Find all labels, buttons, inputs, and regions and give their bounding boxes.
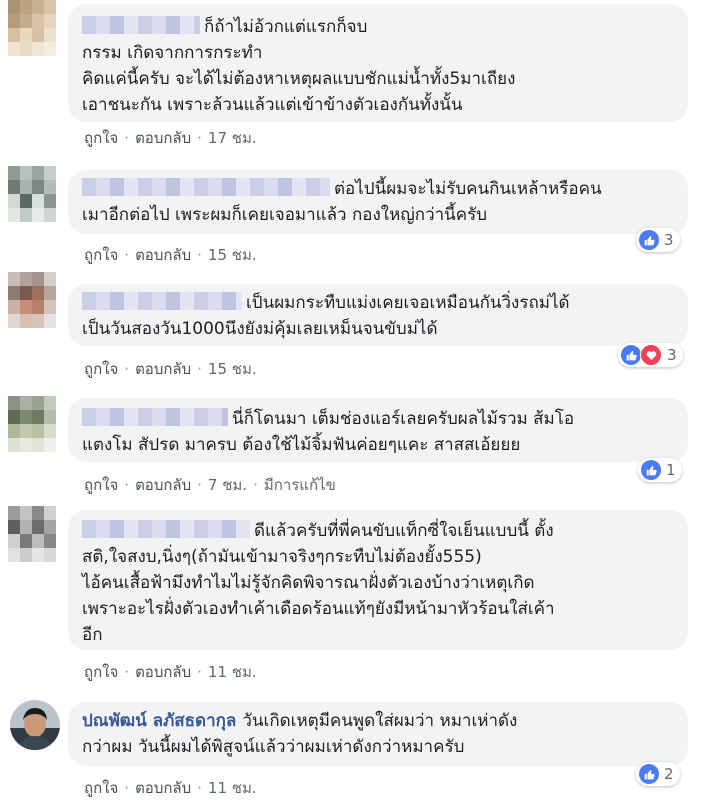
author-name-blurred[interactable] — [82, 408, 228, 426]
avatar[interactable] — [8, 0, 56, 56]
timestamp[interactable]: 17 ชม. — [208, 129, 257, 147]
comment-actions: ถูกใจ · ตอบกลับ · 7 ชม. · มีการแก้ไข — [84, 476, 336, 494]
reaction-summary[interactable]: 3 — [636, 228, 680, 252]
author-name-blurred[interactable] — [82, 16, 200, 34]
comment-bubble: ต่อไปนี้ผมจะไม่รับคนกินเหล้าหรือคน เมาอี… — [68, 170, 688, 234]
thumbs-up-icon — [641, 460, 661, 480]
comment-bubble: ก็ถ้าไม่อ้วกแต่แรกก็จบ กรรม เกิดจากการกร… — [68, 4, 688, 122]
comment-text: วันเกิดเหตุมีคนพูดใส่ผมว่า หมาเห่าดัง — [242, 711, 518, 731]
edited-label[interactable]: มีการแก้ไข — [264, 476, 336, 494]
comment-actions: ถูกใจ · ตอบกลับ · 11 ชม. — [84, 779, 257, 797]
thumbs-up-icon — [639, 230, 659, 250]
like-link[interactable]: ถูกใจ — [84, 779, 118, 797]
comment-actions: ถูกใจ · ตอบกลับ · 11 ชม. — [84, 663, 257, 681]
comment-line: กรรม เกิดจากการกระทำ — [82, 43, 263, 63]
reply-link[interactable]: ตอบกลับ — [135, 476, 191, 494]
comment-text: เป็นผมกระทืบแม่งเคยเจอเหมือนกันวิ่งรถม่ไ… — [246, 293, 570, 313]
comment-actions: ถูกใจ · ตอบกลับ · 15 ชม. — [84, 246, 257, 264]
comment-actions: ถูกใจ · ตอบกลับ · 17 ชม. — [84, 129, 257, 147]
timestamp[interactable]: 11 ชม. — [208, 663, 257, 681]
heart-icon — [640, 344, 662, 366]
reaction-count: 3 — [664, 231, 674, 249]
comment-line: อีก — [82, 625, 103, 645]
author-name-blurred[interactable] — [82, 520, 250, 538]
comment-line: เมาอีกต่อไป เพระผมก็เคยเจอมาแล้ว กองใหญ่… — [82, 205, 488, 225]
thumbs-up-icon — [639, 764, 659, 784]
author-name[interactable]: ปณพัฒน์ ลภัสธดากุล — [82, 711, 236, 731]
timestamp[interactable]: 15 ชม. — [208, 246, 257, 264]
thumbs-up-icon — [621, 345, 641, 365]
like-link[interactable]: ถูกใจ — [84, 360, 118, 378]
comment-text: นี่ก็โดนมา เต็มช่องแอร์เลยครับผลไม้รวม ส… — [232, 409, 575, 429]
reaction-summary[interactable]: 3 — [618, 343, 683, 367]
comment-text: ดีแล้วครับที่พี่คนขับแท็กซี่ใจเย็นแบบนี้… — [254, 521, 554, 541]
like-link[interactable]: ถูกใจ — [84, 663, 118, 681]
comment-line: แตงโม สัปรด มาครบ ต้องใช้ไม้จิ้มฟันค่อยๆ… — [82, 435, 521, 455]
reaction-summary[interactable]: 1 — [638, 458, 682, 482]
like-link[interactable]: ถูกใจ — [84, 246, 118, 264]
reply-link[interactable]: ตอบกลับ — [135, 360, 191, 378]
timestamp[interactable]: 15 ชม. — [208, 360, 257, 378]
reaction-count: 2 — [664, 765, 674, 783]
comment-line: กว่าผม วันนี้ผมได้พิสูจน์แล้วว่าผมเห่าดั… — [82, 737, 465, 757]
comment-line: สติ,ใจสงบ,นิ่งๆ(ถ้ามันเข้ามาจริงๆกระทืบไ… — [82, 547, 482, 567]
comment-text: ต่อไปนี้ผมจะไม่รับคนกินเหล้าหรือคน — [334, 179, 602, 199]
reaction-count: 3 — [667, 346, 677, 364]
comment-line: เอาชนะกัน เพราะล้วนแล้วแต่เข้าข้างตัวเอง… — [82, 95, 463, 115]
timestamp[interactable]: 11 ชม. — [208, 779, 257, 797]
avatar[interactable] — [8, 506, 56, 562]
avatar[interactable] — [8, 166, 56, 222]
comment-bubble: ดีแล้วครับที่พี่คนขับแท็กซี่ใจเย็นแบบนี้… — [68, 510, 688, 650]
comment-bubble: ปณพัฒน์ ลภัสธดากุล วันเกิดเหตุมีคนพูดใส่ผ… — [68, 702, 688, 766]
comment-bubble: เป็นผมกระทืบแม่งเคยเจอเหมือนกันวิ่งรถม่ไ… — [68, 284, 688, 346]
author-name-blurred[interactable] — [82, 178, 330, 196]
avatar[interactable] — [8, 396, 56, 452]
comment-line: เพราะอะไรฝั่งตัวเองทำเค้าเดือดร้อนแท้ๆยั… — [82, 599, 555, 619]
like-link[interactable]: ถูกใจ — [84, 476, 118, 494]
comment-line: คิดแค่นี้ครับ จะได้ไม่ต้องหาเหตุผลแบบชัก… — [82, 69, 516, 89]
avatar[interactable] — [10, 700, 60, 750]
reaction-summary[interactable]: 2 — [636, 762, 680, 786]
comment-text: ก็ถ้าไม่อ้วกแต่แรกก็จบ — [204, 17, 368, 37]
like-link[interactable]: ถูกใจ — [84, 129, 118, 147]
reply-link[interactable]: ตอบกลับ — [135, 663, 191, 681]
reply-link[interactable]: ตอบกลับ — [135, 779, 191, 797]
reply-link[interactable]: ตอบกลับ — [135, 246, 191, 264]
comment-actions: ถูกใจ · ตอบกลับ · 15 ชม. — [84, 360, 257, 378]
timestamp[interactable]: 7 ชม. — [208, 476, 247, 494]
reaction-count: 1 — [666, 461, 676, 479]
avatar[interactable] — [8, 272, 56, 328]
comment-line: เป็นวันสองวัน1000นึงยังม่คุ้มเลยเหม็นจนข… — [82, 319, 438, 339]
comment-bubble: นี่ก็โดนมา เต็มช่องแอร์เลยครับผลไม้รวม ส… — [68, 398, 688, 462]
author-name-blurred[interactable] — [82, 292, 242, 310]
comment-line: ไอ้คนเสื้อฟ้ามึงทำไมไม่รู้จักคิดพิจารณาฝ… — [82, 573, 535, 593]
reply-link[interactable]: ตอบกลับ — [135, 129, 191, 147]
